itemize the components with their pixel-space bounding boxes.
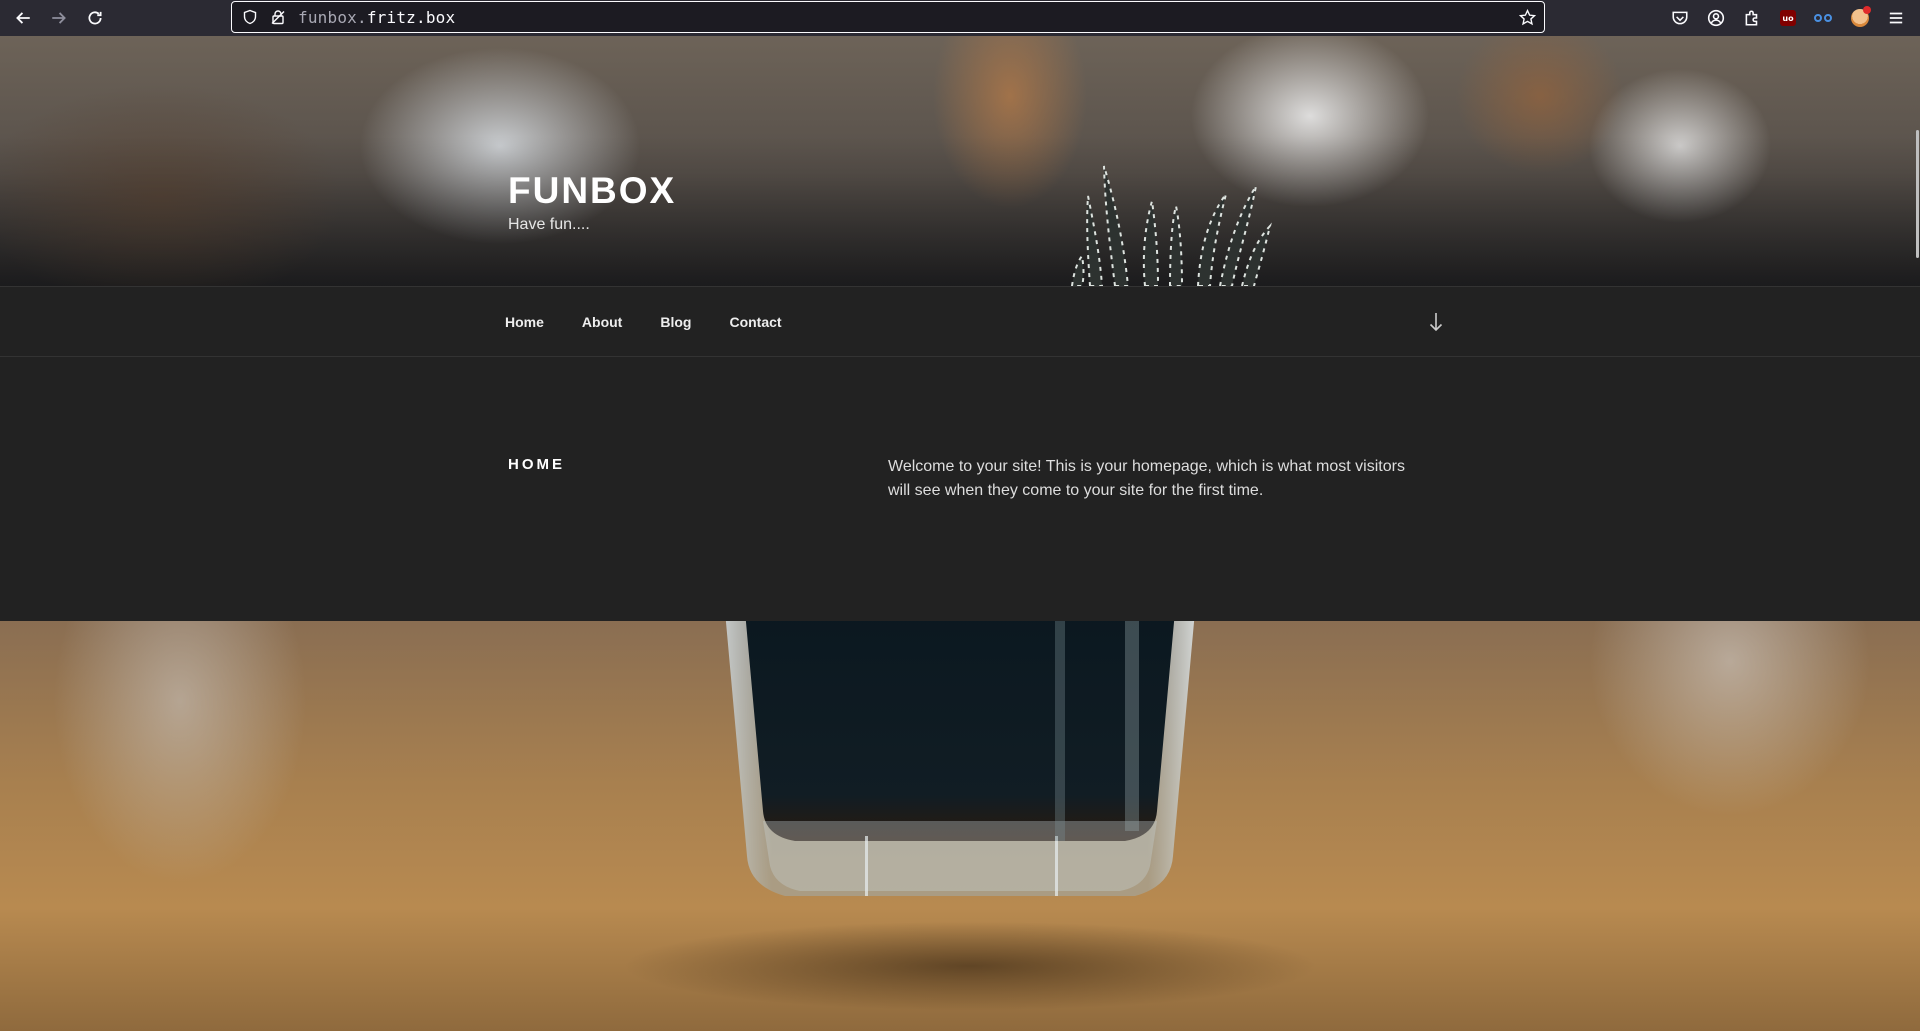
back-arrow-icon (16, 12, 30, 24)
scroll-down-button[interactable] (1425, 309, 1447, 335)
main-navigation: Home About Blog Contact (0, 286, 1920, 357)
arrow-down-icon (1429, 313, 1443, 332)
forward-button[interactable] (41, 0, 77, 36)
toolbar-right: uo (1662, 0, 1920, 36)
nav-item-about[interactable]: About (563, 314, 641, 330)
url-text[interactable]: funbox.fritz.box (292, 8, 1510, 27)
url-subdomain: funbox. (298, 7, 367, 27)
pocket-button[interactable] (1662, 2, 1698, 34)
bookmark-button[interactable] (1510, 2, 1544, 32)
glasses-extension-button[interactable] (1806, 2, 1842, 34)
menu-icon (1889, 12, 1903, 24)
shield-icon (243, 9, 257, 25)
extensions-button[interactable] (1734, 2, 1770, 34)
site-info-button[interactable] (264, 2, 292, 32)
ublock-icon: uo (1780, 10, 1796, 26)
header-image-overlay (0, 36, 1920, 286)
nav-item-home[interactable]: Home (487, 314, 563, 330)
reload-icon (88, 11, 102, 25)
tracking-protection-button[interactable] (236, 2, 264, 32)
page-scrollbar[interactable] (1916, 130, 1919, 258)
page-title: HOME (508, 456, 565, 473)
browser-toolbar: funbox.fritz.box uo (0, 0, 1920, 36)
app-menu-button[interactable] (1878, 2, 1914, 34)
nav-menu: Home About Blog Contact (487, 287, 801, 357)
pocket-icon (1672, 11, 1688, 25)
nav-item-contact[interactable]: Contact (710, 314, 800, 330)
forward-arrow-icon (52, 12, 66, 24)
nav-item-blog[interactable]: Blog (641, 314, 710, 330)
reload-button[interactable] (77, 0, 113, 36)
header-plant-image (1070, 165, 1272, 286)
star-icon (1518, 8, 1536, 25)
url-domain: fritz.box (366, 7, 456, 27)
featured-image (0, 621, 1920, 1031)
site-header: FUNBOX Have fun.... (0, 36, 1920, 286)
face-extension-button[interactable] (1842, 2, 1878, 34)
page-body-text: Welcome to your site! This is your homep… (888, 458, 1405, 499)
site-title[interactable]: FUNBOX (508, 170, 676, 212)
extensions-icon (1745, 10, 1758, 26)
account-icon (1707, 9, 1725, 27)
main-content: HOME Welcome to your site! This is your … (0, 357, 1920, 621)
face-extension-icon (1851, 6, 1871, 27)
back-button[interactable] (5, 0, 41, 36)
glass-of-coffee-image (725, 621, 1195, 896)
lock-icon (271, 10, 285, 25)
url-bar[interactable]: funbox.fritz.box (231, 1, 1545, 33)
ublock-button[interactable]: uo (1770, 2, 1806, 34)
glasses-icon (1814, 13, 1834, 23)
account-button[interactable] (1698, 2, 1734, 34)
site-tagline: Have fun.... (508, 216, 590, 233)
glass-shadow (620, 921, 1320, 1011)
